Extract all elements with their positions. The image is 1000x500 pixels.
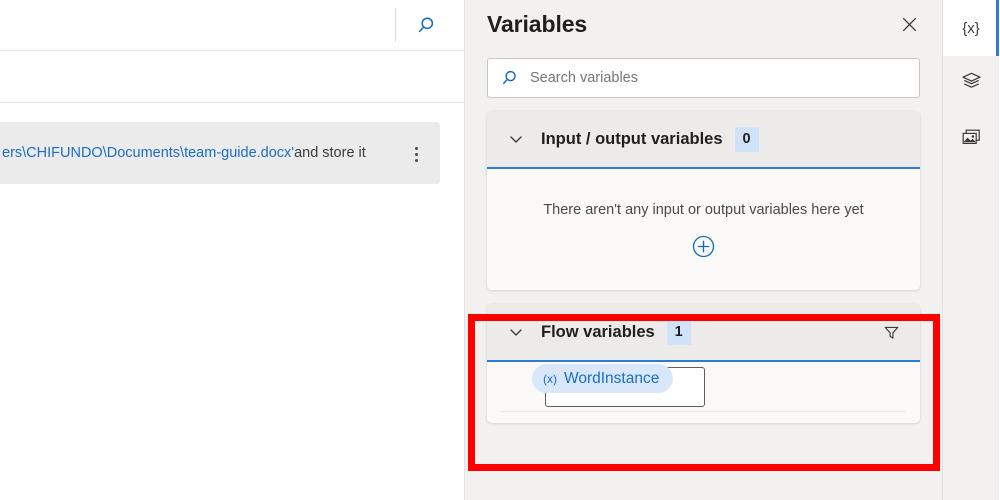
add-circle-icon-glyph xyxy=(692,235,715,258)
search-icon-glyph xyxy=(500,69,519,88)
layers-icon xyxy=(961,71,982,97)
variables-panel: Variables xyxy=(465,0,943,500)
close-icon[interactable] xyxy=(892,8,926,40)
flow-action-row[interactable]: ers\CHIFUNDO\Documents\team-guide.docx' … xyxy=(0,122,440,184)
variable-list: Word instance (x) WordInstance xyxy=(487,362,920,423)
designer-toolbar xyxy=(0,0,465,51)
image-icon xyxy=(961,127,982,153)
flow-designer-pane: ers\CHIFUNDO\Documents\team-guide.docx' … xyxy=(0,0,465,500)
variables-sections: Input / output variables 0 There aren't … xyxy=(465,98,942,423)
row-divider xyxy=(501,411,906,412)
flow-variables-body: Word instance (x) WordInstance xyxy=(487,362,920,423)
empty-state: There aren't any input or output variabl… xyxy=(487,169,920,290)
input-output-variables-body: There aren't any input or output variabl… xyxy=(487,169,920,290)
rail-item-variables[interactable]: {x} xyxy=(943,0,999,56)
rail-item-images[interactable] xyxy=(943,112,999,168)
flow-action-suffix: and store it xyxy=(294,145,366,161)
search-icon[interactable] xyxy=(408,8,444,44)
designer-subheader xyxy=(0,51,465,103)
search-container xyxy=(465,48,942,98)
variable-chip[interactable]: (x) WordInstance xyxy=(532,364,673,393)
rail-item-ui-elements[interactable] xyxy=(943,56,999,112)
page-title: Variables xyxy=(487,11,587,38)
variables-braces-icon: {x} xyxy=(962,20,980,37)
status-badge: 1 xyxy=(667,320,691,345)
input-output-variables-section: Input / output variables 0 There aren't … xyxy=(487,111,920,290)
search-icon xyxy=(500,69,519,88)
right-rail: {x} xyxy=(943,0,999,500)
chevron-down-icon[interactable] xyxy=(503,319,529,345)
search-input[interactable] xyxy=(530,70,909,86)
input-output-variables-header[interactable]: Input / output variables 0 xyxy=(487,111,920,169)
app-root: ers\CHIFUNDO\Documents\team-guide.docx' … xyxy=(0,0,1000,500)
flow-variables-header[interactable]: Flow variables 1 xyxy=(487,304,920,362)
list-item[interactable]: Word instance (x) WordInstance xyxy=(487,362,920,416)
more-dot xyxy=(415,153,418,156)
more-vertical-icon[interactable] xyxy=(406,143,426,165)
search-box[interactable] xyxy=(487,58,920,98)
section-title: Input / output variables xyxy=(541,130,723,149)
chevron-down-icon-glyph xyxy=(508,324,524,340)
close-icon-glyph xyxy=(902,17,917,32)
filter-icon[interactable] xyxy=(876,317,906,347)
flow-action-text: ers\CHIFUNDO\Documents\team-guide.docx' … xyxy=(2,122,366,184)
flow-variables-section: Flow variables 1 Word instance xyxy=(487,304,920,423)
search-icon-glyph xyxy=(415,15,437,37)
empty-state-message: There aren't any input or output variabl… xyxy=(543,202,863,218)
chevron-down-icon[interactable] xyxy=(503,126,529,152)
variable-name: WordInstance xyxy=(564,370,659,388)
section-title: Flow variables xyxy=(541,323,655,342)
add-circle-icon[interactable] xyxy=(692,235,715,258)
status-badge: 0 xyxy=(735,127,759,152)
toolbar-divider xyxy=(395,8,396,42)
image-icon-glyph xyxy=(961,127,982,148)
more-dot xyxy=(415,147,418,150)
flow-action-path: ers\CHIFUNDO\Documents\team-guide.docx' xyxy=(2,145,294,161)
layers-icon-glyph xyxy=(961,71,982,92)
variable-braces-icon: (x) xyxy=(543,372,557,386)
variables-panel-header: Variables xyxy=(465,0,942,48)
filter-icon-glyph xyxy=(883,324,900,341)
more-dot xyxy=(415,159,418,162)
chevron-down-icon-glyph xyxy=(508,131,524,147)
